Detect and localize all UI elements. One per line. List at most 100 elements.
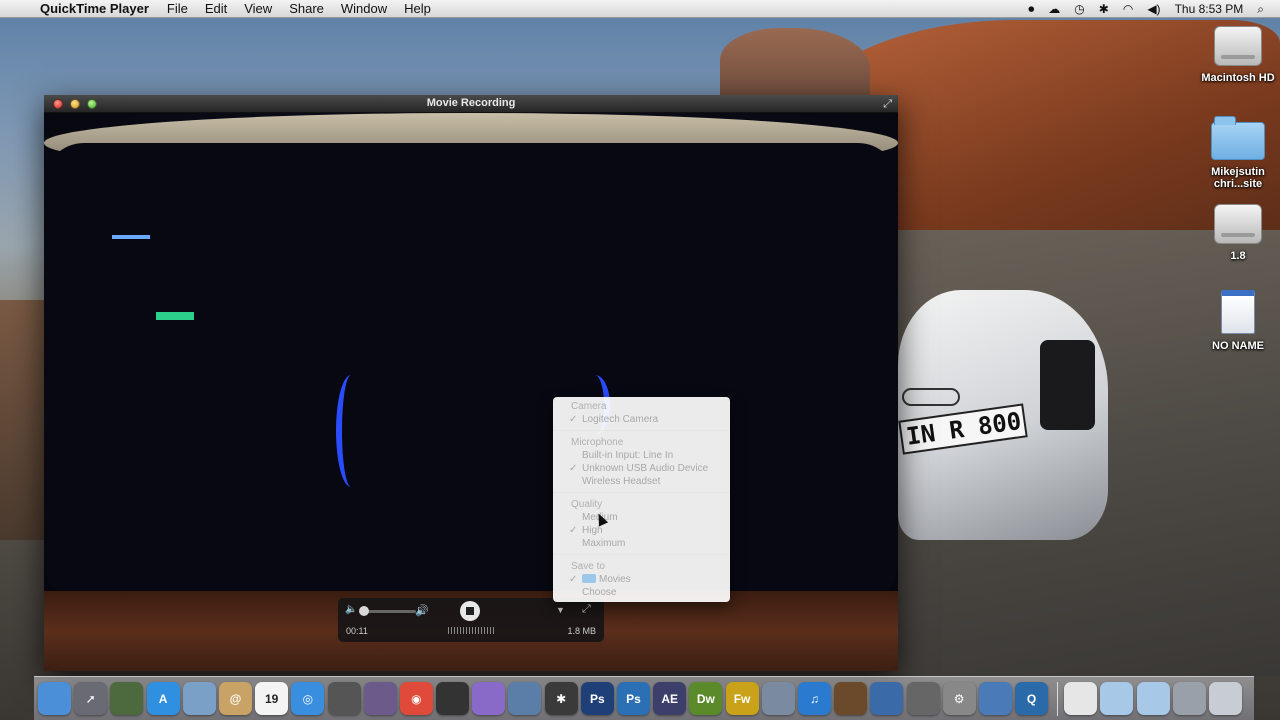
dock-system-preferences-icon[interactable]: ⚙ <box>942 682 976 715</box>
dock-imovie-icon[interactable] <box>508 682 542 715</box>
checkmark-icon: ✓ <box>569 414 578 425</box>
camera-heading: Camera <box>571 401 607 412</box>
dock: ➚ A @19 ◎ ◉ ✱ Ps Ps AE Dw Fw ♫ ⚙ Q <box>34 676 1254 720</box>
dock-garageband-icon[interactable] <box>834 682 868 715</box>
dock-fireworks-icon[interactable]: Fw <box>725 682 759 715</box>
dock-dreamweaver-icon[interactable]: Dw <box>689 682 723 715</box>
spotlight-search-icon[interactable]: ⌕ <box>1257 2 1264 17</box>
dock-applications-stack-icon[interactable] <box>1136 682 1170 715</box>
dock-contacts-icon[interactable]: @ <box>218 682 252 715</box>
dock-utilities-icon[interactable] <box>906 682 940 715</box>
sd-card-icon <box>1221 290 1255 334</box>
dock-app-store-icon[interactable]: A <box>146 682 180 715</box>
menu-edit[interactable]: Edit <box>205 1 227 16</box>
car-grille <box>1040 340 1095 430</box>
menu-file[interactable]: File <box>167 1 188 16</box>
dock-calendar-icon[interactable]: 19 <box>255 682 289 715</box>
cloud-sync-icon[interactable]: ☁ <box>1048 2 1060 16</box>
menu-extras: ⏺ ☁ ◷ ✱ ◠ ◀) Thu 8:53 PM ⌕ <box>1028 0 1280 18</box>
dock-safari-icon[interactable]: ◎ <box>291 682 325 715</box>
desktop-icon-drive-1-8[interactable]: 1.8 <box>1198 204 1278 262</box>
menu-item-label: Movies <box>599 574 631 585</box>
window-titlebar[interactable]: Movie Recording ⤢ <box>44 95 898 113</box>
dock-mail-icon[interactable] <box>978 682 1012 715</box>
menu-item-label: High <box>582 525 603 536</box>
dock-itunes-icon[interactable]: ♫ <box>797 682 831 715</box>
checkmark-icon: ✓ <box>569 525 578 536</box>
window-title: Movie Recording <box>426 97 516 109</box>
menu-help[interactable]: Help <box>404 1 431 16</box>
menu-separator <box>553 430 730 431</box>
menu-item-microphone[interactable]: Built-in Input: Line In <box>553 449 730 462</box>
folder-icon <box>1211 116 1265 160</box>
car-logo <box>902 388 960 406</box>
microphone-heading: Microphone <box>571 437 624 448</box>
menu-item-camera[interactable]: ✓ Logitech Camera <box>553 413 730 426</box>
wifi-icon[interactable]: ◠ <box>1123 2 1133 16</box>
dock-trash-icon[interactable] <box>1209 682 1242 715</box>
camera-preview <box>44 113 898 671</box>
dock-separator <box>1057 681 1059 716</box>
dock-final-cut-icon[interactable] <box>436 682 470 715</box>
dock-photoshop-icon[interactable]: Ps <box>580 682 614 715</box>
desktop-icon-macintosh-hd[interactable]: Macintosh HD <box>1198 26 1278 84</box>
desktop-icon-no-name[interactable]: NO NAME <box>1198 290 1278 352</box>
menu-bar: QuickTime Player File Edit View Share Wi… <box>0 0 1280 18</box>
movie-recording-window: Movie Recording ⤢ <box>44 95 898 671</box>
dock-pixelmator-icon[interactable] <box>363 682 397 715</box>
menu-app-name[interactable]: QuickTime Player <box>40 1 149 16</box>
menu-item-label: Unknown USB Audio Device <box>582 463 709 474</box>
volume-icon[interactable]: ◀) <box>1147 2 1160 16</box>
quality-heading: Quality <box>571 499 603 510</box>
dock-iphoto-icon[interactable] <box>761 682 795 715</box>
menu-item-save-location[interactable]: Choose <box>553 586 730 599</box>
dock-compressor-icon[interactable]: ✱ <box>544 682 578 715</box>
time-machine-icon[interactable]: ◷ <box>1074 2 1084 16</box>
fullscreen-icon[interactable]: ⤢ <box>883 98 892 111</box>
menu-view[interactable]: View <box>244 1 272 16</box>
options-dropdown-icon[interactable]: ▼ <box>556 605 565 615</box>
bluetooth-icon[interactable]: ✱ <box>1099 2 1109 16</box>
volume-slider-knob[interactable] <box>359 606 369 616</box>
dock-downloads-stack-icon[interactable] <box>1100 682 1134 715</box>
menu-item-quality[interactable]: ✓ High <box>553 524 730 537</box>
desktop-icon-label: Macintosh HD <box>1201 72 1275 84</box>
dock-xcode-icon[interactable] <box>870 682 904 715</box>
dock-network-stack-icon[interactable] <box>1172 682 1206 715</box>
menu-item-microphone[interactable]: Wireless Headset <box>553 475 730 488</box>
menu-item-microphone[interactable]: ✓ Unknown USB Audio Device <box>553 462 730 475</box>
menu-window[interactable]: Window <box>341 1 387 16</box>
menu-share[interactable]: Share <box>289 1 324 16</box>
dock-quicktime-icon[interactable]: Q <box>1015 682 1049 715</box>
menu-separator <box>553 554 730 555</box>
dock-finder-icon[interactable] <box>38 682 71 715</box>
file-size: 1.8 MB <box>567 626 596 636</box>
menu-item-quality[interactable]: Maximum <box>553 537 730 550</box>
dock-chrome-icon[interactable]: ◉ <box>399 682 433 715</box>
elapsed-time: 00:11 <box>346 626 368 636</box>
expand-icon[interactable]: ⤢ <box>582 603 591 616</box>
menu-item-label: Wireless Headset <box>582 476 661 487</box>
desktop-icon-label: NO NAME <box>1212 340 1264 352</box>
menu-item-quality[interactable]: Medium <box>553 511 730 524</box>
dock-photoshop-cc-icon[interactable]: Ps <box>617 682 650 715</box>
dock-launchpad-icon[interactable]: ➚ <box>74 682 108 715</box>
desktop-icon-folder[interactable]: Mikejsutin chri...site <box>1198 116 1278 190</box>
menu-clock[interactable]: Thu 8:53 PM <box>1175 2 1244 16</box>
folder-icon <box>582 574 596 583</box>
menu-item-label: Maximum <box>582 538 626 549</box>
dock-preview-icon[interactable] <box>182 682 216 715</box>
dock-documents-stack-icon[interactable] <box>1064 682 1098 715</box>
menu-item-save-location[interactable]: ✓ Movies <box>553 573 730 586</box>
checkmark-icon: ✓ <box>569 463 578 474</box>
menu-item-label: Choose <box>582 587 617 598</box>
dock-after-effects-icon[interactable]: AE <box>653 682 687 715</box>
save-to-heading: Save to <box>571 561 605 572</box>
screen-recording-icon[interactable]: ⏺ <box>1028 2 1034 17</box>
dock-mission-control-icon[interactable] <box>110 682 144 715</box>
stop-recording-button[interactable] <box>460 601 480 621</box>
dock-motion-icon[interactable] <box>472 682 506 715</box>
menu-separator <box>553 492 730 493</box>
desktop-icon-label: 1.8 <box>1230 250 1246 262</box>
dock-facetime-icon[interactable] <box>327 682 361 715</box>
